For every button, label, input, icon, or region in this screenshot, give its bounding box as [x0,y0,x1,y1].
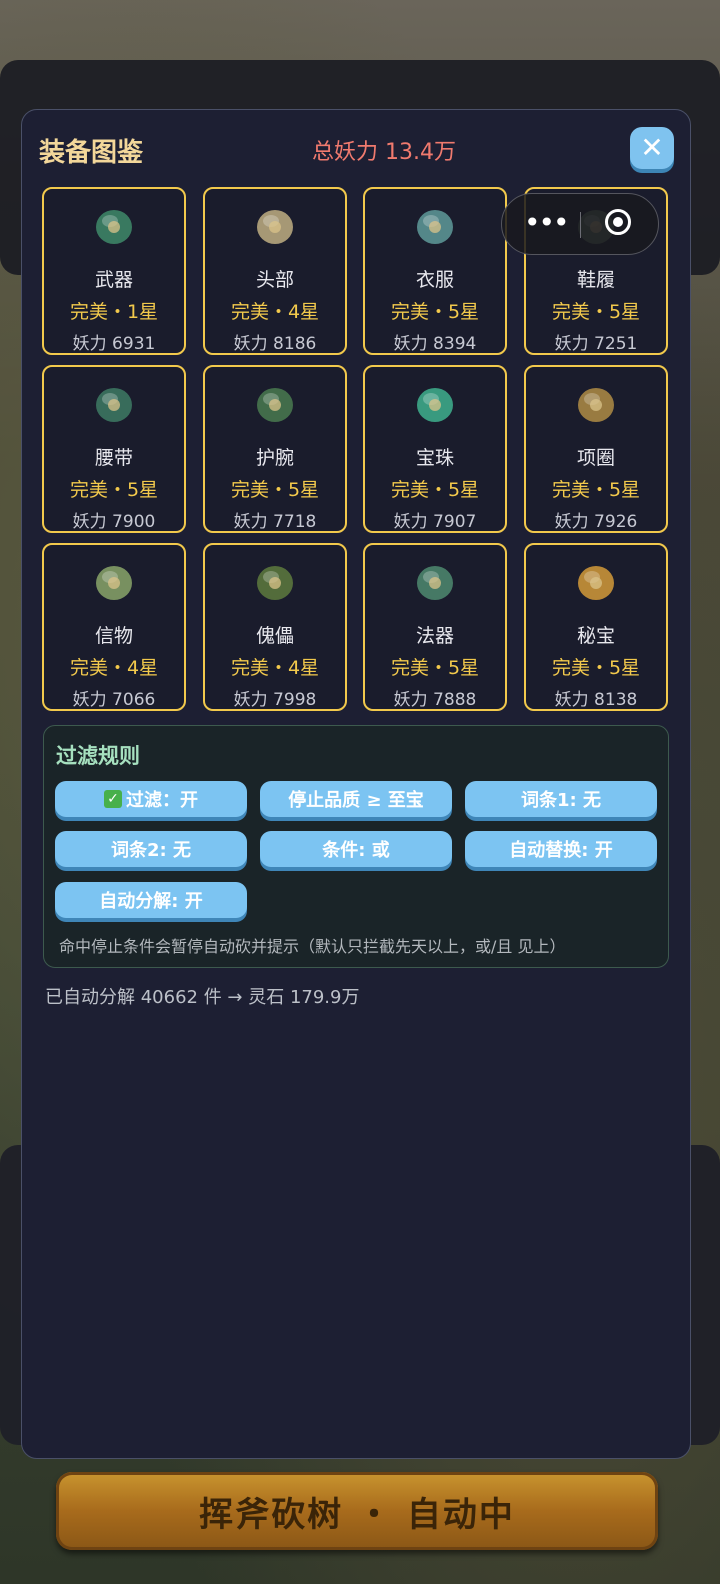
equipment-power: 妖力 8186 [233,334,317,354]
equipment-quality: 完美・4星 [230,657,320,679]
equipment-card[interactable]: 法器完美・5星妖力 7888 [363,543,507,711]
pendant-icon [88,555,140,607]
equipment-card[interactable]: 武器完美・1星妖力 6931 [42,187,186,355]
auto-decompose-button[interactable]: 自动分解: 开 [55,882,247,918]
affix1-label: 词条1: 无 [521,790,601,811]
equipment-card[interactable]: 腰带完美・5星妖力 7900 [42,365,186,533]
close-button[interactable]: ✕ [630,127,674,169]
crown-icon [249,199,301,251]
equipment-quality: 完美・1星 [69,301,159,323]
total-power: 总妖力 13.4万 [312,140,456,165]
equipment-card[interactable]: 秘宝完美・5星妖力 8138 [524,543,668,711]
auto-replace-label: 自动替换: 开 [509,840,613,861]
equipment-power: 妖力 7900 [72,512,156,532]
auto-chop-button[interactable]: 挥斧砍树 ・ 自动中 [56,1472,658,1550]
mini-program-capsule: ••• [501,193,659,255]
affix2-label: 词条2: 无 [111,840,191,861]
auto-replace-button[interactable]: 自动替换: 开 [465,831,657,867]
target-icon[interactable] [605,209,631,235]
filter-toggle-label: 过滤：开 [126,790,198,811]
orb-icon [409,377,461,429]
equipment-power: 妖力 8394 [393,334,477,354]
equipment-power: 妖力 7907 [393,512,477,532]
equipment-card[interactable]: 项圈完美・5星妖力 7926 [524,365,668,533]
filter-rules-panel: 过滤规则 ✓ 过滤：开 停止品质 ≥ 至宝 词条1: 无 词条2: 无 条件: … [43,725,669,968]
equipment-quality: 完美・5星 [551,301,641,323]
equipment-quality: 完美・5星 [390,479,480,501]
belt-icon [88,377,140,429]
equipment-name: 法器 [415,625,454,647]
axe-icon [88,199,140,251]
affix1-button[interactable]: 词条1: 无 [465,781,657,817]
equipment-power: 妖力 6931 [72,334,156,354]
filter-title: 过滤规则 [56,744,140,768]
equipment-name: 武器 [94,269,133,291]
equipment-quality: 完美・5星 [390,301,480,323]
decompose-stats: 已自动分解 40662 件 → 灵石 179.9万 [45,987,360,1008]
equipment-power: 妖力 7926 [554,512,638,532]
equipment-quality: 完美・4星 [69,657,159,679]
treasure-icon [570,555,622,607]
equipment-name: 秘宝 [576,625,615,647]
equipment-power: 妖力 7998 [233,690,317,710]
close-icon: ✕ [640,131,664,164]
condition-button[interactable]: 条件: 或 [260,831,452,867]
equipment-name: 衣服 [415,269,454,291]
equipment-name: 宝珠 [415,447,454,469]
equipment-quality: 完美・5星 [69,479,159,501]
equipment-quality: 完美・5星 [230,479,320,501]
equipment-name: 信物 [94,625,133,647]
stop-quality-button[interactable]: 停止品质 ≥ 至宝 [260,781,452,817]
equipment-quality: 完美・5星 [551,657,641,679]
equipment-quality: 完美・5星 [551,479,641,501]
equipment-name: 头部 [255,269,294,291]
equipment-power: 妖力 7251 [554,334,638,354]
equipment-power: 妖力 7888 [393,690,477,710]
equipment-card[interactable]: 护腕完美・5星妖力 7718 [203,365,347,533]
puppet-icon [249,555,301,607]
equipment-name: 项圈 [576,447,615,469]
staff-icon [409,555,461,607]
equipment-name: 护腕 [255,447,294,469]
more-icon[interactable]: ••• [524,206,570,239]
equipment-card[interactable]: 宝珠完美・5星妖力 7907 [363,365,507,533]
modal-title: 装备图鉴 [39,138,144,168]
condition-label: 条件: 或 [322,840,390,861]
equipment-quality: 完美・4星 [230,301,320,323]
equipment-card[interactable]: 信物完美・4星妖力 7066 [42,543,186,711]
filter-hint: 命中停止条件会暂停自动砍并提示（默认只拦截先天以上，或/且 见上） [59,937,566,956]
checkbox-checked-icon: ✓ [104,790,122,808]
equipment-power: 妖力 7066 [72,690,156,710]
equipment-name: 鞋履 [576,269,615,291]
filter-toggle-button[interactable]: ✓ 过滤：开 [55,781,247,817]
equipment-power: 妖力 8138 [554,690,638,710]
equipment-card[interactable]: 衣服完美・5星妖力 8394 [363,187,507,355]
auto-decompose-label: 自动分解: 开 [99,891,203,912]
capsule-divider [580,212,581,238]
armor-icon [409,199,461,251]
equipment-power: 妖力 7718 [233,512,317,532]
equipment-card[interactable]: 傀儡完美・4星妖力 7998 [203,543,347,711]
bracers-icon [249,377,301,429]
stop-quality-label: 停止品质 ≥ 至宝 [288,790,424,811]
equipment-card[interactable]: 头部完美・4星妖力 8186 [203,187,347,355]
affix2-button[interactable]: 词条2: 无 [55,831,247,867]
equipment-name: 腰带 [94,447,133,469]
collar-icon [570,377,622,429]
equipment-codex-modal: 装备图鉴 总妖力 13.4万 ✕ 武器 完美・1星 妖力 6931 头部 完美・4星 妖力… [21,109,691,1459]
auto-chop-label: 挥斧砍树 ・ 自动中 [199,1494,515,1535]
equipment-quality: 完美・5星 [390,657,480,679]
equipment-name: 傀儡 [255,625,294,647]
